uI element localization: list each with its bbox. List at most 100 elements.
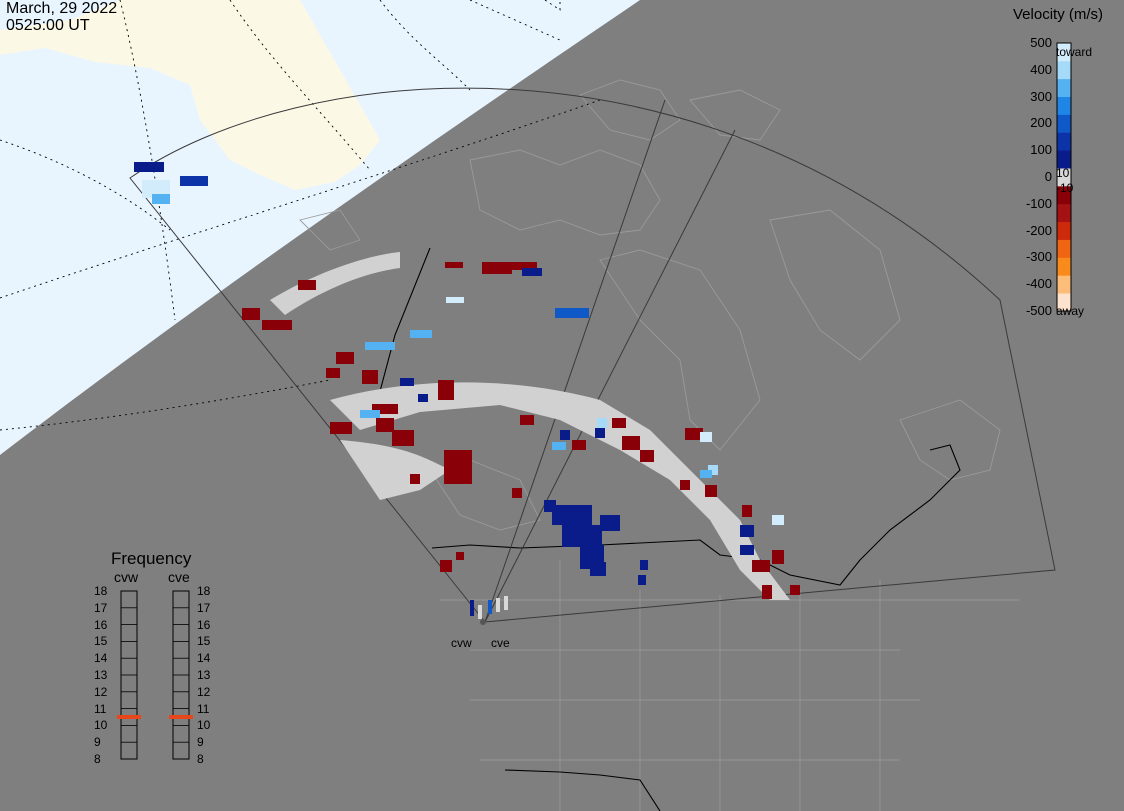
superdarn-map-view: March, 29 2022 0525:00 UT Velocity (m/s)… — [0, 0, 1124, 811]
velocity-cell — [705, 485, 717, 497]
frequency-tick-right: 9 — [197, 735, 204, 750]
velocity-cell — [762, 585, 772, 599]
velocity-colorbar-segment — [1057, 78, 1071, 97]
velocity-cell — [742, 505, 752, 517]
velocity-cell — [438, 380, 454, 400]
velocity-cell — [680, 480, 690, 490]
velocity-cell — [752, 560, 770, 572]
frequency-tick-left: 8 — [94, 752, 101, 766]
frequency-marker — [117, 715, 141, 719]
velocity-cell — [544, 500, 556, 512]
frequency-tick-right: 17 — [197, 600, 211, 615]
velocity-cell — [152, 194, 170, 204]
velocity-cell — [470, 600, 474, 616]
velocity-cell — [790, 585, 800, 595]
velocity-cell — [134, 162, 164, 172]
velocity-cell — [612, 418, 626, 428]
velocity-cell — [740, 545, 754, 555]
velocity-colorbar-segment — [1057, 221, 1071, 240]
velocity-cell — [440, 560, 452, 572]
velocity-tick-label: 400 — [1030, 61, 1052, 77]
frequency-title: Frequency — [111, 549, 192, 568]
velocity-cell — [552, 442, 566, 450]
velocity-cell — [595, 428, 605, 438]
velocity-scale-title: Velocity (m/s) — [1013, 6, 1104, 23]
frequency-tick-right: 11 — [197, 701, 210, 716]
velocity-tick-label: -500 — [1025, 303, 1052, 318]
frequency-radar-label: cve — [168, 569, 190, 585]
velocity-cell — [456, 552, 464, 560]
velocity-tick-label: -300 — [1025, 249, 1052, 265]
velocity-cell — [504, 596, 508, 610]
frequency-tick-left: 9 — [94, 735, 101, 750]
velocity-cell — [446, 297, 464, 303]
date-label: March, 29 2022 — [6, 0, 118, 17]
velocity-cell — [242, 308, 260, 320]
velocity-cell — [562, 525, 602, 547]
velocity-cell — [512, 488, 522, 498]
velocity-cell — [362, 370, 378, 384]
frequency-tick-left: 18 — [94, 584, 108, 598]
map-canvas — [0, 0, 1124, 811]
frequency-tick-right: 12 — [197, 684, 211, 699]
velocity-cell — [740, 525, 754, 537]
velocity-cell — [520, 415, 534, 425]
velocity-cell — [444, 450, 472, 484]
velocity-cell — [410, 474, 420, 484]
velocity-cell — [482, 262, 512, 274]
velocity-cell — [590, 562, 606, 576]
velocity-cell — [597, 418, 607, 428]
velocity-colorbar-segment — [1057, 257, 1071, 276]
frequency-tick-right: 10 — [197, 718, 211, 733]
velocity-away-label: away — [1056, 304, 1085, 318]
frequency-tick-right: 14 — [197, 651, 211, 666]
frequency-tick-left: 15 — [94, 634, 108, 649]
velocity-cell — [400, 378, 414, 386]
velocity-tick-label: 200 — [1030, 115, 1052, 131]
velocity-cell — [772, 515, 784, 525]
velocity-tick-label: 0 — [1044, 169, 1052, 184]
frequency-tick-left: 11 — [94, 701, 107, 716]
velocity-cell — [560, 430, 570, 440]
velocity-colorbar-segment — [1057, 275, 1071, 294]
velocity-cell — [522, 268, 542, 276]
velocity-cell — [496, 598, 500, 612]
velocity-cell — [298, 280, 316, 290]
velocity-cell — [640, 560, 648, 570]
site-label-cve: cve — [491, 636, 510, 650]
frequency-tick-right: 15 — [197, 634, 211, 649]
velocity-cell — [376, 418, 394, 432]
velocity-tick-label: -200 — [1025, 222, 1052, 238]
velocity-cell — [700, 432, 712, 442]
velocity-colorbar-segment — [1057, 60, 1071, 80]
velocity-colorbar-segment — [1057, 96, 1071, 115]
velocity-tick-label: 500 — [1030, 35, 1052, 50]
velocity-cell — [262, 320, 292, 330]
site-label-cvw: cvw — [451, 636, 472, 650]
velocity-inner-label: -10 — [1056, 181, 1074, 195]
frequency-tick-right: 13 — [197, 668, 211, 682]
velocity-cell — [700, 470, 712, 478]
velocity-colorbar-segment — [1057, 239, 1071, 258]
frequency-tick-left: 14 — [94, 651, 108, 666]
frequency-radar-label: cvw — [114, 569, 139, 585]
velocity-cell — [336, 352, 354, 364]
velocity-tick-label: 300 — [1030, 88, 1052, 104]
velocity-cell — [445, 262, 463, 268]
velocity-colorbar-segment — [1057, 132, 1071, 151]
radar-site-marker — [480, 619, 486, 625]
velocity-tick-label: 100 — [1030, 142, 1052, 158]
velocity-cell — [326, 368, 340, 378]
frequency-tick-left: 17 — [94, 600, 108, 615]
velocity-colorbar-segment — [1057, 203, 1071, 223]
velocity-cell — [772, 550, 784, 564]
velocity-toward-label: toward — [1056, 45, 1093, 59]
velocity-cell — [488, 600, 492, 614]
velocity-cell — [640, 450, 654, 462]
frequency-tick-right: 18 — [197, 584, 211, 598]
velocity-cell — [180, 176, 208, 186]
velocity-cell — [600, 515, 620, 531]
velocity-colorbar-segment — [1057, 114, 1071, 133]
velocity-cell — [330, 422, 352, 434]
velocity-tick-label: -400 — [1025, 276, 1052, 292]
